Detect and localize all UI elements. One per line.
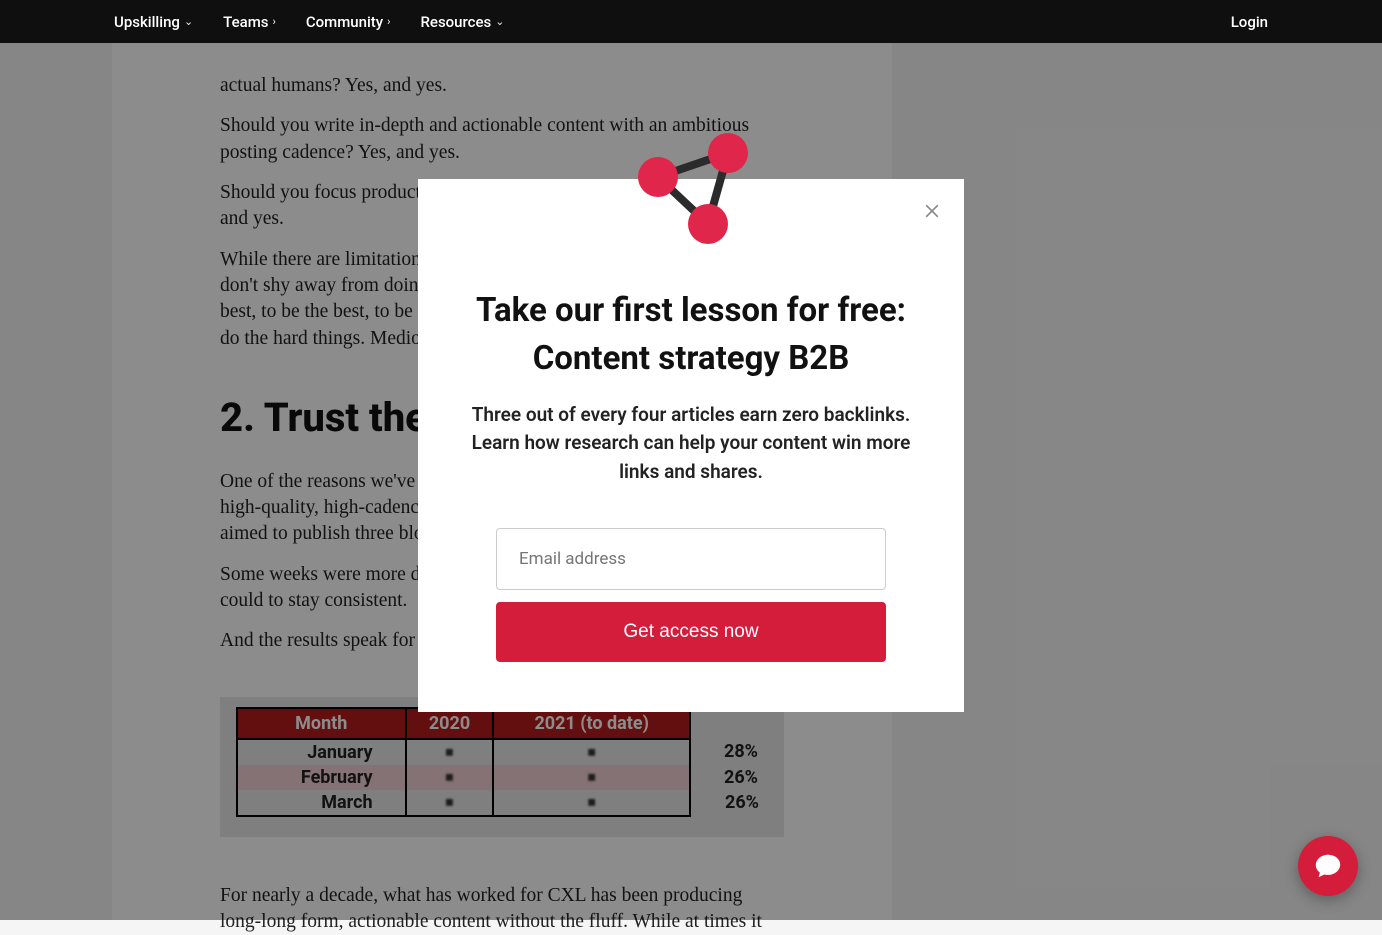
chevron-right-icon: › <box>273 15 276 28</box>
nav-label: Community <box>306 13 383 31</box>
chat-launcher[interactable] <box>1298 836 1358 896</box>
nav-left: Upskilling ⌄ Teams › Community › Resourc… <box>114 13 504 31</box>
modal-subtitle: Three out of every four articles earn ze… <box>468 401 914 487</box>
nav-upskilling[interactable]: Upskilling ⌄ <box>114 13 193 31</box>
signup-modal: Take our first lesson for free: Content … <box>418 179 964 712</box>
chevron-down-icon: ⌄ <box>495 15 504 28</box>
navbar: Upskilling ⌄ Teams › Community › Resourc… <box>0 0 1382 43</box>
page: actual humans? Yes, and yes. Should you … <box>0 43 1382 920</box>
modal-title: Take our first lesson for free: Content … <box>468 287 914 383</box>
get-access-button[interactable]: Get access now <box>496 602 886 662</box>
brand-logo-icon <box>626 129 756 259</box>
nav-community[interactable]: Community › <box>306 13 391 31</box>
login-link[interactable]: Login <box>1231 13 1268 31</box>
email-field[interactable] <box>496 528 886 590</box>
nav-label: Upskilling <box>114 13 180 31</box>
nav-label: Resources <box>420 13 491 31</box>
close-icon[interactable] <box>918 197 946 225</box>
chevron-right-icon: › <box>387 15 390 28</box>
nav-label: Teams <box>223 13 268 31</box>
nav-teams[interactable]: Teams › <box>223 13 276 31</box>
nav-resources[interactable]: Resources ⌄ <box>420 13 504 31</box>
chevron-down-icon: ⌄ <box>184 15 193 28</box>
chat-icon <box>1313 851 1343 881</box>
